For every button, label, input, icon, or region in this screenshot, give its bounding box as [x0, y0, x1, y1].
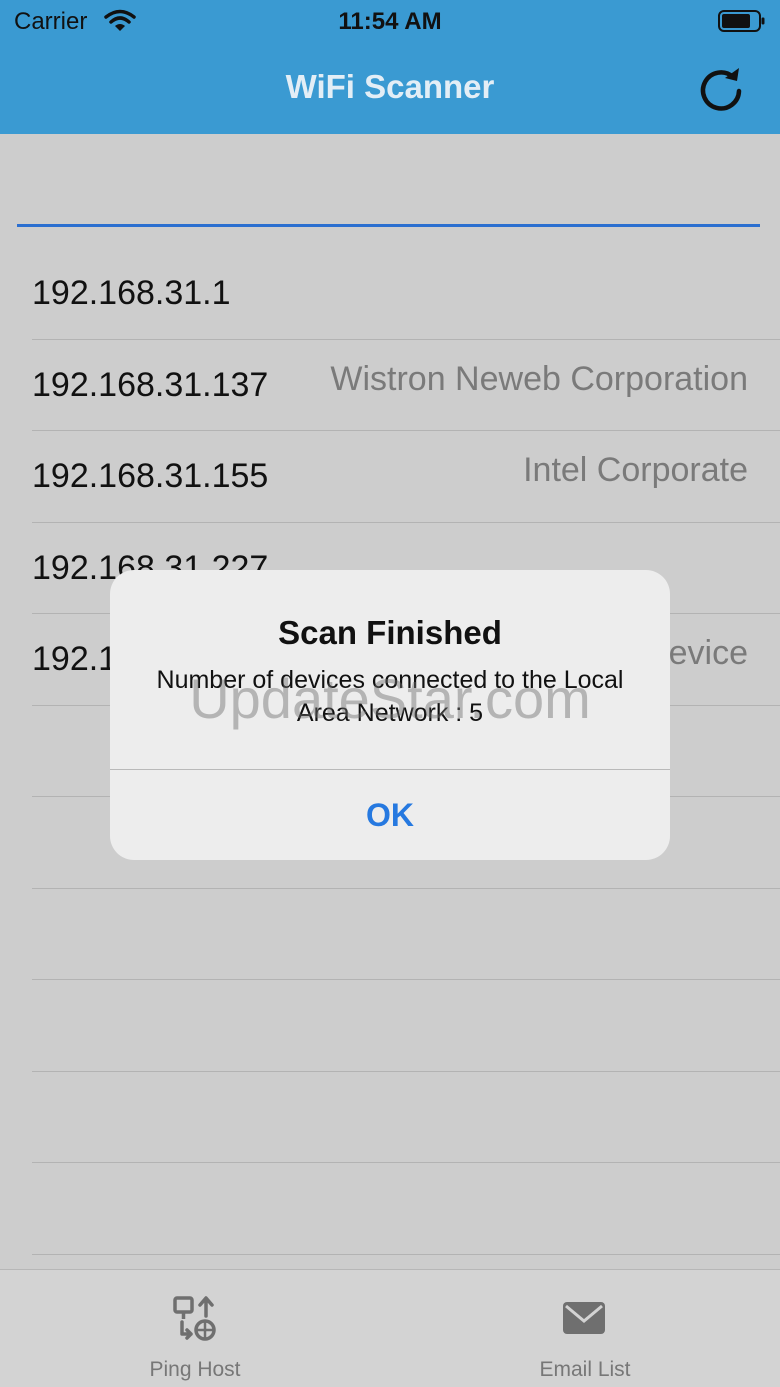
ping-host-icon: [173, 1296, 216, 1341]
device-ip: 192.1: [32, 640, 118, 678]
device-ip: 192.168.31.155: [32, 457, 269, 495]
tab-bar: Ping Host Email List: [0, 1269, 780, 1387]
device-vendor: Intel Corporate: [523, 451, 748, 489]
navigation-bar: WiFi Scanner: [0, 44, 780, 134]
mail-icon: [563, 1302, 605, 1334]
search-field[interactable]: [0, 134, 780, 230]
device-vendor: evice: [668, 634, 748, 672]
dialog-message: Number of devices connected to the Local…: [156, 666, 624, 727]
battery-icon: [718, 10, 765, 32]
empty-row: [0, 980, 780, 1072]
refresh-icon[interactable]: [690, 58, 752, 120]
device-row[interactable]: 192.168.31.155 Intel Corporate: [0, 431, 780, 523]
page-title: WiFi Scanner: [285, 68, 495, 105]
device-vendor: Wistron Neweb Corporation: [330, 359, 748, 398]
tab-email-list[interactable]: Email List: [390, 1270, 780, 1387]
tab-ping-host[interactable]: Ping Host: [0, 1270, 390, 1387]
status-bar: Carrier 11:54 AM: [0, 0, 780, 44]
row-separator: [32, 1253, 780, 1255]
ok-button[interactable]: OK: [110, 770, 670, 860]
empty-row: [0, 889, 780, 980]
device-ip: 192.168.31.1: [32, 274, 231, 312]
empty-row: [0, 1072, 780, 1163]
dialog-title: Scan Finished: [278, 614, 502, 651]
device-row[interactable]: 192.168.31.1: [0, 248, 780, 340]
search-underline: [17, 224, 760, 227]
status-time: 11:54 AM: [338, 8, 442, 35]
device-row[interactable]: 192.168.31.137 Wistron Neweb Corporation: [0, 340, 780, 431]
empty-row: [0, 1163, 780, 1255]
tab-label: Email List: [539, 1358, 631, 1381]
scan-finished-dialog: Scan Finished Number of devices connecte…: [110, 570, 670, 860]
tab-label: Ping Host: [149, 1358, 241, 1381]
device-ip: 192.168.31.137: [32, 365, 269, 404]
